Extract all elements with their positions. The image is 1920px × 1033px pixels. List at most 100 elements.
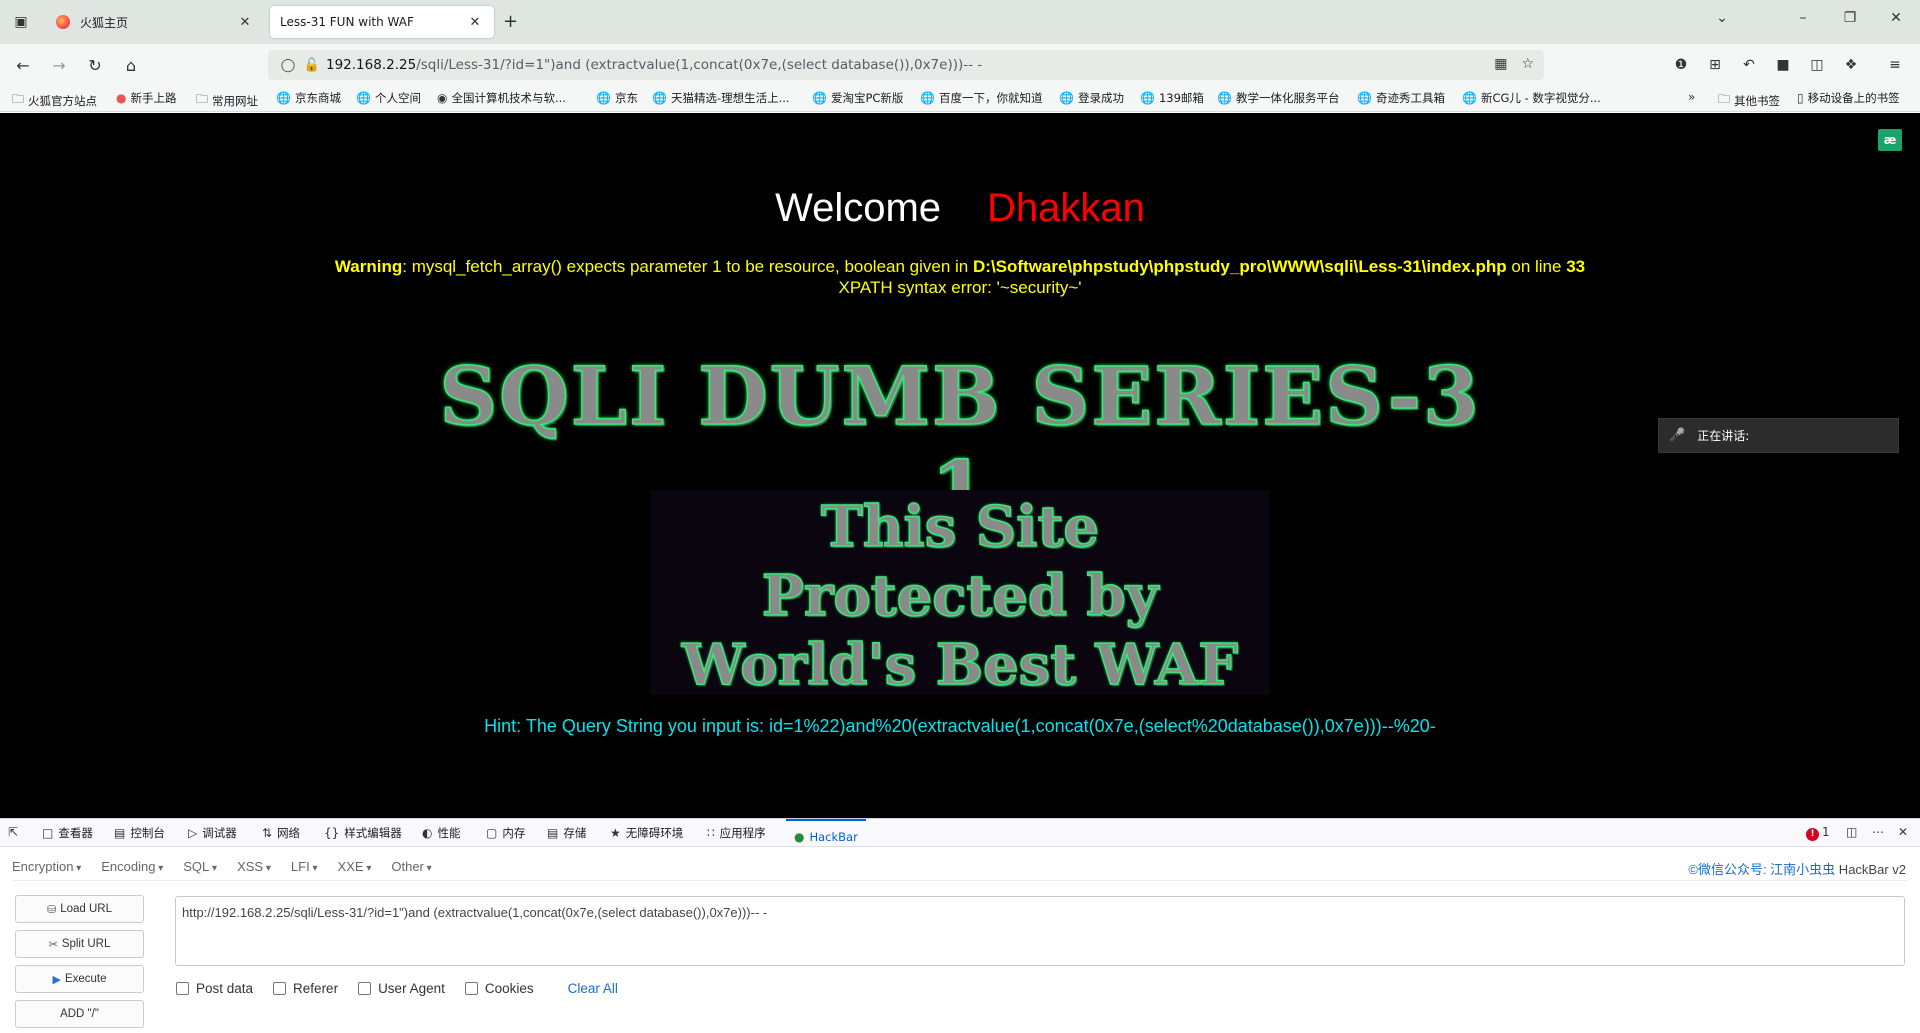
avatar-icon[interactable]: ■: [1772, 54, 1794, 76]
element-picker-icon[interactable]: ⇱: [8, 825, 23, 839]
tab-accessibility[interactable]: ★ 无障碍环境: [610, 825, 683, 841]
hackbar-url-input[interactable]: http://192.168.2.25/sqli/Less-31/?id=1")…: [175, 896, 1905, 966]
tab-application[interactable]: ∷ 应用程序: [707, 825, 766, 841]
load-url-button[interactable]: ⛁ Load URL: [15, 895, 144, 923]
bookmark-item[interactable]: 🌐 139邮箱: [1140, 90, 1204, 106]
tab-inspector[interactable]: □ 查看器: [42, 825, 93, 841]
bookmark-item[interactable]: 🌐 天猫精选-理想生活上...: [652, 90, 790, 106]
extensions-icon[interactable]: ❖: [1840, 54, 1862, 76]
split-url-button[interactable]: ✂ Split URL: [15, 930, 144, 958]
reload-icon[interactable]: ↻: [84, 54, 106, 76]
menu-other[interactable]: Other: [391, 859, 431, 874]
warning-label: Warning: [334, 257, 403, 276]
tab-performance[interactable]: ◐ 性能: [422, 825, 460, 841]
globe-icon: 🌐: [920, 91, 935, 105]
globe-icon: 🌐: [356, 91, 371, 105]
menu-encryption[interactable]: Encryption: [12, 859, 81, 874]
close-devtools-icon[interactable]: ✕: [1898, 825, 1908, 839]
bookmark-other[interactable]: 🗀 其他书签: [1718, 90, 1780, 111]
tab-style-editor[interactable]: {} 样式编辑器: [324, 825, 402, 841]
firefox-icon: [56, 15, 70, 29]
more-bookmarks-icon[interactable]: »: [1688, 90, 1699, 104]
bookmark-item[interactable]: 🌐 个人空间: [356, 90, 421, 106]
bookmark-item[interactable]: 🗀 常用网址: [196, 90, 258, 111]
referer-checkbox[interactable]: Referer: [273, 981, 338, 996]
menu-xxe[interactable]: XXE: [338, 859, 372, 874]
memory-icon: ▢: [486, 826, 498, 840]
bookmark-mobile[interactable]: ▯ 移动设备上的书签: [1797, 90, 1900, 106]
translate-icon[interactable]: æ: [1878, 129, 1902, 151]
warning-path: D:\Software\phpstudy\phpstudy_pro\WWW\sq…: [973, 257, 1507, 276]
container-icon[interactable]: ◫: [1806, 54, 1828, 76]
crop-icon[interactable]: ⊞: [1704, 54, 1726, 76]
tab-less31[interactable]: Less-31 FUN with WAF ✕: [270, 6, 494, 38]
post-data-checkbox[interactable]: Post data: [176, 981, 253, 996]
navigation-bar: ← → ↻ ⌂ ◯ 🔓 192.168.2.25/sqli/Less-31/?i…: [0, 44, 1920, 84]
undo-icon[interactable]: ↶: [1738, 54, 1760, 76]
bookmark-item[interactable]: 🌐 新CG儿 - 数字视觉分...: [1462, 90, 1601, 106]
chevron-down-icon[interactable]: ⌄: [1710, 10, 1734, 26]
restore-icon[interactable]: ❐: [1838, 10, 1862, 26]
back-icon[interactable]: ←: [12, 54, 34, 76]
more-options-icon[interactable]: ⋯: [1872, 825, 1884, 839]
tab-title: Less-31 FUN with WAF: [280, 15, 414, 29]
inspector-icon: □: [42, 826, 54, 840]
bookmark-item[interactable]: 🌐 登录成功: [1059, 90, 1124, 106]
close-window-icon[interactable]: ✕: [1884, 10, 1908, 26]
tab-memory[interactable]: ▢ 内存: [486, 825, 525, 841]
cookies-checkbox[interactable]: Cookies: [464, 981, 534, 996]
waf-line: Protected by: [761, 562, 1159, 630]
site-icon: ◉: [437, 91, 448, 105]
error-indicator[interactable]: ! 1: [1806, 825, 1830, 841]
scissors-icon: ✂: [48, 938, 58, 951]
qr-code-icon[interactable]: ▦: [1494, 56, 1507, 72]
bookmark-item[interactable]: ● 新手上路: [116, 90, 176, 106]
folder-icon: 🗀: [196, 92, 209, 106]
shield-icon[interactable]: ◯: [278, 58, 298, 73]
home-icon[interactable]: ⌂: [120, 54, 142, 76]
user-agent-checkbox[interactable]: User Agent: [358, 981, 445, 996]
clear-all-link[interactable]: Clear All: [568, 981, 618, 996]
bookmark-item[interactable]: 🌐 京东商城: [276, 90, 341, 106]
hackbar-menu: Encryption Encoding SQL XSS LFI XXE Othe…: [12, 853, 1908, 881]
credit-link[interactable]: 江南小虫虫: [1770, 862, 1835, 877]
bookmark-item[interactable]: 🌐 教学一体化服务平台: [1217, 90, 1339, 106]
tab-console[interactable]: ▤ 控制台: [114, 825, 165, 841]
dock-icon[interactable]: ◫: [1846, 825, 1857, 839]
execute-button[interactable]: ▶ Execute: [15, 965, 144, 993]
bookmark-item[interactable]: ◉ 全国计算机技术与软...: [437, 90, 566, 106]
devtools-panel: ⇱ □ 查看器 ▤ 控制台 ▷ 调试器 ⇅ 网络 {} 样式编辑器 ◐ 性能 ▢ 内存 ▤ 存储…: [0, 818, 1920, 1033]
bookmark-star-icon[interactable]: ☆: [1521, 56, 1534, 72]
waf-banner: This Site Protected by World's Best WAF: [650, 493, 1270, 700]
bookmarks-bar: 🗀 火狐官方站点 ● 新手上路 🗀 常用网址 🌐 京东商城 🌐 个人空间 ◉ 全国计算机技术…: [0, 84, 1920, 112]
bookmark-item[interactable]: 🌐 京东: [596, 90, 638, 106]
forward-icon[interactable]: →: [48, 54, 70, 76]
tab-hackbar[interactable]: ● HackBar: [786, 819, 866, 847]
close-tab-icon[interactable]: ✕: [466, 15, 484, 30]
bookmark-item[interactable]: 🗀 火狐官方站点: [12, 90, 97, 111]
application-icon: ∷: [707, 826, 715, 840]
tab-debugger[interactable]: ▷ 调试器: [188, 825, 237, 841]
bookmark-item[interactable]: 🌐 爱淘宝PC新版: [812, 90, 903, 106]
folder-icon: 🗀: [1718, 92, 1731, 106]
bookmark-item[interactable]: 🌐 百度一下，你就知道: [920, 90, 1042, 106]
tab-storage[interactable]: ▤ 存储: [547, 825, 586, 841]
bookmark-item[interactable]: 🌐 奇迹秀工具箱: [1357, 90, 1445, 106]
tab-network[interactable]: ⇅ 网络: [262, 825, 300, 841]
add-slash-button[interactable]: ADD "/": [15, 1000, 144, 1028]
new-tab-icon[interactable]: +: [503, 11, 518, 32]
close-tab-icon[interactable]: ✕: [236, 15, 254, 30]
extension-1-icon[interactable]: ❶: [1670, 54, 1692, 76]
insecure-lock-icon[interactable]: 🔓: [302, 58, 322, 73]
menu-xss[interactable]: XSS: [237, 859, 271, 874]
menu-sql[interactable]: SQL: [183, 859, 217, 874]
menu-lfi[interactable]: LFI: [291, 859, 318, 874]
tab-firefox-home[interactable]: 火狐主页 ✕: [46, 6, 264, 38]
globe-icon: 🌐: [276, 91, 291, 105]
url-bar[interactable]: ◯ 🔓 192.168.2.25/sqli/Less-31/?id=1")and…: [268, 50, 1544, 80]
storage-icon: ▤: [547, 826, 559, 840]
menu-encoding[interactable]: Encoding: [101, 859, 163, 874]
tab-list-icon[interactable]: ▣: [10, 11, 32, 33]
minimize-icon[interactable]: –: [1791, 10, 1815, 26]
menu-icon[interactable]: ≡: [1884, 54, 1906, 76]
